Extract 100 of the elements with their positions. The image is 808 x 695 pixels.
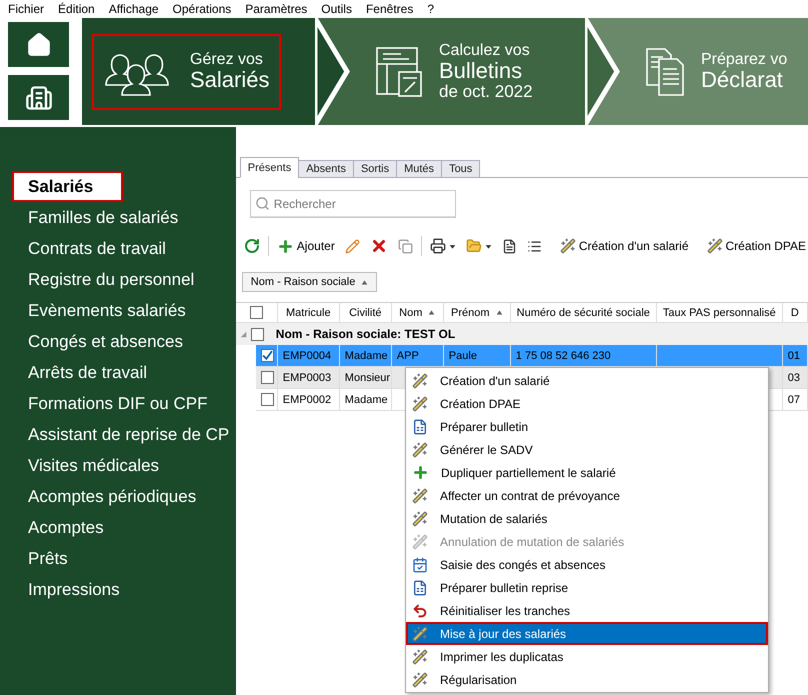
wand-icon bbox=[412, 396, 428, 412]
wand-icon bbox=[412, 672, 428, 688]
sidebar-item[interactable]: Impressions bbox=[0, 574, 236, 605]
sort-arrow-icon bbox=[496, 309, 503, 316]
sidebar-item[interactable]: Evènements salariés bbox=[0, 295, 236, 326]
search-field[interactable]: Rechercher bbox=[250, 190, 456, 218]
column-header[interactable]: D bbox=[782, 303, 808, 323]
wand-icon bbox=[412, 372, 428, 388]
context-menu-item[interactable]: Imprimer les duplicatas bbox=[406, 645, 768, 668]
column-header[interactable]: Taux PAS personnalisé bbox=[656, 303, 783, 323]
step-period: de oct. 2022 bbox=[439, 82, 533, 100]
copy-button[interactable] bbox=[396, 238, 415, 254]
context-menu-item[interactable]: Préparer bulletin reprise bbox=[406, 576, 768, 599]
sidebar-item[interactable]: Acomptes périodiques bbox=[0, 481, 236, 512]
printer-icon bbox=[430, 238, 446, 254]
column-header[interactable]: Numéro de sécurité sociale bbox=[510, 303, 657, 323]
building-icon bbox=[24, 84, 52, 112]
print-button[interactable] bbox=[428, 238, 458, 254]
context-menu-item[interactable]: Mutation de salariés bbox=[406, 507, 768, 530]
edit-button[interactable] bbox=[342, 238, 362, 254]
table-row[interactable]: EMP0004 Madame APP Paule 1 75 08 52 646 230 01 bbox=[256, 345, 808, 367]
step-subtitle: Gérez vos bbox=[190, 52, 264, 68]
menu-item[interactable]: Édition bbox=[58, 2, 95, 16]
tab[interactable]: Absents bbox=[298, 160, 354, 178]
folder-icon bbox=[466, 238, 482, 254]
context-menu-item[interactable]: Création DPAE bbox=[406, 392, 768, 415]
context-menu-item[interactable]: Création d'un salarié bbox=[406, 369, 768, 392]
list-icon bbox=[526, 238, 542, 254]
home-button[interactable] bbox=[8, 22, 69, 67]
tab[interactable]: Tous bbox=[441, 160, 480, 178]
menu-item[interactable]: Fenêtres bbox=[366, 2, 414, 16]
column-header[interactable]: Matricule bbox=[278, 303, 340, 323]
menu-item[interactable]: ? bbox=[427, 2, 434, 16]
sidebar-item[interactable]: Registre du personnel bbox=[0, 264, 236, 295]
wand-icon bbox=[412, 442, 428, 458]
checkbox[interactable] bbox=[250, 328, 264, 340]
caret-icon bbox=[448, 242, 456, 250]
table-cell: Madame bbox=[340, 389, 392, 411]
column-header[interactable]: Prénom bbox=[444, 303, 511, 323]
document-icon bbox=[502, 238, 517, 254]
add-button[interactable]: Ajouter bbox=[274, 238, 337, 254]
check-icon bbox=[262, 350, 273, 361]
sidebar-item[interactable]: Acomptes bbox=[0, 512, 236, 543]
plus-icon bbox=[412, 464, 429, 481]
sidebar-item[interactable]: Visites médicales bbox=[0, 450, 236, 481]
context-menu-item[interactable]: Générer le SADV bbox=[406, 438, 768, 461]
step-title: Bulletins bbox=[439, 59, 524, 83]
context-menu-item[interactable]: Saisie des congés et absences bbox=[406, 553, 768, 576]
context-menu-item[interactable]: Préparer bulletin bbox=[406, 415, 768, 438]
tab[interactable]: Présents bbox=[240, 157, 300, 178]
checkbox[interactable] bbox=[260, 349, 274, 362]
wand-icon bbox=[412, 534, 428, 550]
undo-icon bbox=[412, 602, 428, 618]
home-icon bbox=[26, 32, 52, 58]
wand-icon bbox=[412, 510, 428, 526]
documents-icon bbox=[645, 46, 685, 96]
column-header[interactable]: Nom bbox=[392, 303, 444, 323]
table-cell: EMP0002 bbox=[278, 389, 340, 411]
caret-icon bbox=[484, 242, 492, 250]
sidebar-item[interactable]: Familles de salariés bbox=[0, 202, 236, 233]
action-button[interactable]: Création DPAE bbox=[704, 238, 808, 254]
context-menu-item[interactable]: Mise à jour des salariés bbox=[406, 622, 768, 645]
context-menu-item[interactable]: Affecter un contrat de prévoyance bbox=[406, 484, 768, 507]
checkbox[interactable] bbox=[260, 371, 274, 384]
tab[interactable]: Sortis bbox=[352, 160, 398, 178]
action-button[interactable]: Création d'un salarié bbox=[558, 238, 691, 254]
sidebar-item[interactable]: Assistant de reprise de CP bbox=[0, 419, 236, 450]
sidebar-item[interactable]: Congés et absences bbox=[0, 326, 236, 357]
menu-item[interactable]: Outils bbox=[321, 2, 352, 16]
sidebar-item[interactable]: Formations DIF ou CPF bbox=[0, 388, 236, 419]
sheet-icon bbox=[412, 418, 428, 434]
group-label: Nom - Raison sociale: TEST OL bbox=[276, 327, 456, 341]
pencil-icon bbox=[344, 238, 360, 254]
building-button[interactable] bbox=[8, 75, 69, 120]
group-by-chip[interactable]: Nom - Raison sociale bbox=[242, 272, 377, 292]
sidebar-item[interactable]: Arrêts de travail bbox=[0, 357, 236, 388]
wand-icon bbox=[412, 488, 428, 504]
context-menu-item[interactable]: Réinitialiser les tranches bbox=[406, 599, 768, 622]
menu-item[interactable]: Opérations bbox=[172, 2, 232, 16]
copy-icon bbox=[398, 238, 413, 254]
column-header[interactable]: Civilité bbox=[340, 303, 392, 323]
step-title: Salariés bbox=[190, 68, 270, 92]
calculator-icon bbox=[375, 46, 423, 98]
plus-icon bbox=[276, 238, 294, 254]
checkbox[interactable] bbox=[250, 306, 263, 319]
context-menu-item[interactable]: Régularisation bbox=[406, 668, 768, 691]
export-button[interactable] bbox=[464, 238, 494, 254]
step-subtitle: Préparez vo bbox=[701, 52, 788, 68]
menu-item[interactable]: Paramètres bbox=[245, 2, 308, 16]
context-menu-item[interactable]: Dupliquer partiellement le salarié bbox=[406, 461, 768, 484]
sidebar-item[interactable]: Prêts bbox=[0, 543, 236, 574]
tab[interactable]: Mutés bbox=[396, 160, 442, 178]
wand-icon bbox=[706, 238, 723, 254]
wand-icon bbox=[412, 626, 428, 642]
menu-item[interactable]: Affichage bbox=[108, 2, 159, 16]
menu-item[interactable]: Fichier bbox=[8, 2, 44, 16]
sort-arrow-icon bbox=[360, 278, 368, 286]
checkbox[interactable] bbox=[260, 393, 274, 406]
sidebar-item[interactable]: Salariés bbox=[12, 171, 123, 202]
sidebar-item[interactable]: Contrats de travail bbox=[0, 233, 236, 264]
